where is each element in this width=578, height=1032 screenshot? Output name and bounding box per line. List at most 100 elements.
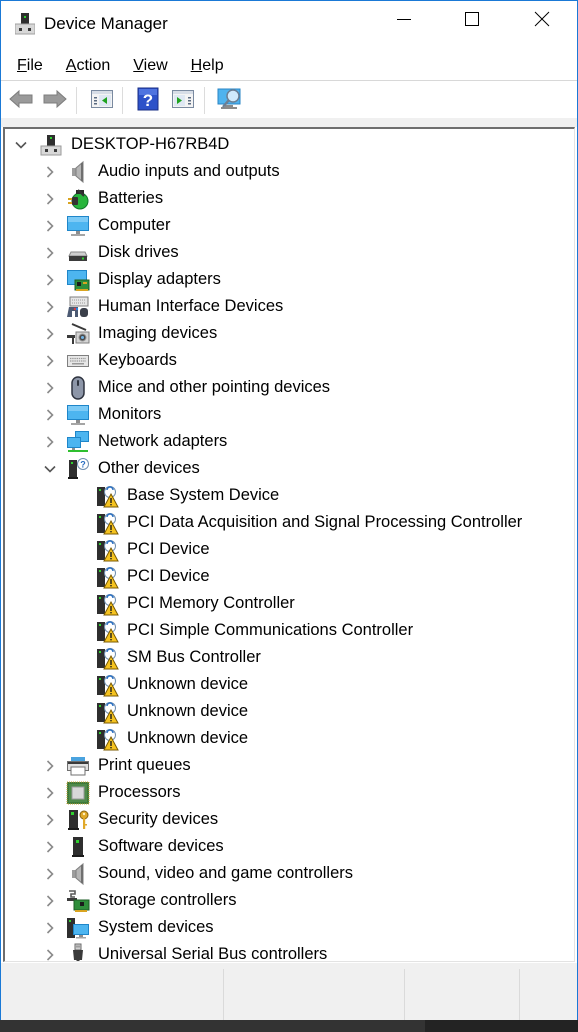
tree-device-label: Unknown device bbox=[127, 675, 249, 693]
warning-device-icon bbox=[95, 727, 119, 751]
minimize-button[interactable] bbox=[381, 1, 427, 41]
tree-category-label: Batteries bbox=[98, 189, 164, 207]
warning-device-icon bbox=[95, 646, 119, 670]
toolbar-separator bbox=[76, 87, 77, 114]
menu-view-accelerator: V bbox=[133, 56, 144, 74]
tree-device-item[interactable]: PCI Device bbox=[5, 563, 565, 590]
chevron-right-icon[interactable] bbox=[43, 759, 57, 773]
chevron-right-icon[interactable] bbox=[43, 192, 57, 206]
menu-help-label: elp bbox=[202, 56, 224, 74]
chevron-right-icon[interactable] bbox=[43, 867, 57, 881]
console-tree-icon bbox=[90, 88, 114, 115]
usb-icon bbox=[66, 943, 90, 961]
tree-category-label: Universal Serial Bus controllers bbox=[98, 945, 328, 962]
mouse-icon bbox=[66, 375, 90, 400]
menu-action-accelerator: A bbox=[65, 56, 77, 74]
tree-device-label: PCI Data Acquisition and Signal Processi… bbox=[127, 513, 523, 531]
tree-device-item[interactable]: PCI Device bbox=[5, 536, 565, 563]
tree-category-label: Software devices bbox=[98, 837, 224, 855]
menu-bar: File Action View Help bbox=[1, 51, 577, 81]
chevron-right-icon[interactable] bbox=[43, 786, 57, 800]
chevron-right-icon[interactable] bbox=[43, 408, 57, 422]
tree-category-label: System devices bbox=[98, 918, 214, 936]
tree-device-item[interactable]: Unknown device bbox=[5, 671, 565, 698]
tree-device-item[interactable]: Base System Device bbox=[5, 482, 565, 509]
chevron-down-icon[interactable] bbox=[14, 138, 28, 152]
tree-device-item[interactable]: PCI Data Acquisition and Signal Processi… bbox=[5, 509, 565, 536]
maximize-icon bbox=[464, 11, 480, 32]
tree-category-imaging-devices[interactable]: Imaging devices bbox=[5, 320, 565, 347]
close-button[interactable] bbox=[519, 1, 565, 41]
device-tree[interactable]: DESKTOP-H67RB4D Audio inputs and outputs… bbox=[3, 127, 575, 962]
tree-category-universal-serial-bus-controllers[interactable]: Universal Serial Bus controllers bbox=[5, 941, 565, 962]
monitor-icon bbox=[66, 403, 90, 427]
menu-help[interactable]: Help bbox=[184, 57, 231, 75]
warning-device-icon bbox=[95, 538, 119, 562]
tree-category-display-adapters[interactable]: Display adapters bbox=[5, 266, 565, 293]
status-bar-divider bbox=[519, 969, 520, 1021]
tree-category-batteries[interactable]: Batteries bbox=[5, 185, 565, 212]
back-arrow-icon bbox=[8, 89, 34, 114]
tree-category-processors[interactable]: Processors bbox=[5, 779, 565, 806]
tree-device-label: Unknown device bbox=[127, 729, 249, 747]
warning-device-icon bbox=[95, 484, 119, 508]
tree-root-item[interactable]: DESKTOP-H67RB4D bbox=[5, 131, 565, 158]
tree-category-human-interface-devices[interactable]: Human Interface Devices bbox=[5, 293, 565, 320]
back-button[interactable] bbox=[6, 86, 36, 116]
chevron-right-icon[interactable] bbox=[43, 921, 57, 935]
tree-device-item[interactable]: PCI Memory Controller bbox=[5, 590, 565, 617]
tree-device-label: PCI Device bbox=[127, 567, 210, 585]
chevron-right-icon[interactable] bbox=[43, 948, 57, 962]
chevron-right-icon[interactable] bbox=[43, 327, 57, 341]
tree-device-item[interactable]: Unknown device bbox=[5, 698, 565, 725]
chevron-right-icon[interactable] bbox=[43, 354, 57, 368]
chevron-right-icon[interactable] bbox=[43, 300, 57, 314]
tree-category-network-adapters[interactable]: Network adapters bbox=[5, 428, 565, 455]
chevron-right-icon[interactable] bbox=[43, 435, 57, 449]
speaker-icon bbox=[66, 862, 90, 886]
chevron-right-icon[interactable] bbox=[43, 219, 57, 233]
tree-device-item[interactable]: Unknown device bbox=[5, 725, 565, 752]
chevron-right-icon[interactable] bbox=[43, 840, 57, 854]
tree-category-sound-video-and-game-controllers[interactable]: Sound, video and game controllers bbox=[5, 860, 565, 887]
help-button[interactable]: ? bbox=[133, 86, 163, 116]
tree-category-other-devices[interactable]: ? Other devices bbox=[5, 455, 565, 482]
tree-category-software-devices[interactable]: Software devices bbox=[5, 833, 565, 860]
tree-category-print-queues[interactable]: Print queues bbox=[5, 752, 565, 779]
tree-category-security-devices[interactable]: Security devices bbox=[5, 806, 565, 833]
network-icon bbox=[66, 430, 90, 454]
tree-category-keyboards[interactable]: Keyboards bbox=[5, 347, 565, 374]
show-hide-action-pane-button[interactable] bbox=[168, 86, 198, 116]
tree-device-item[interactable]: SM Bus Controller bbox=[5, 644, 565, 671]
chevron-right-icon[interactable] bbox=[43, 273, 57, 287]
chevron-down-icon[interactable] bbox=[43, 462, 57, 476]
maximize-button[interactable] bbox=[449, 1, 495, 41]
tree-category-computer[interactable]: Computer bbox=[5, 212, 565, 239]
tree-category-mice-and-other-pointing-devices[interactable]: Mice and other pointing devices bbox=[5, 374, 565, 401]
tree-category-storage-controllers[interactable]: Storage controllers bbox=[5, 887, 565, 914]
menu-action[interactable]: Action bbox=[59, 57, 117, 75]
taskbar bbox=[0, 1020, 578, 1032]
status-bar-divider bbox=[223, 969, 224, 1021]
menu-view[interactable]: View bbox=[126, 57, 174, 75]
scan-for-hardware-changes-button[interactable] bbox=[215, 86, 245, 116]
keyboard-icon bbox=[66, 349, 90, 373]
warning-device-icon bbox=[95, 592, 119, 616]
title-bar[interactable]: Device Manager bbox=[1, 1, 577, 47]
chevron-right-icon[interactable] bbox=[43, 813, 57, 827]
chevron-right-icon[interactable] bbox=[43, 381, 57, 395]
tree-category-disk-drives[interactable]: Disk drives bbox=[5, 239, 565, 266]
tree-category-monitors[interactable]: Monitors bbox=[5, 401, 565, 428]
minimize-icon bbox=[396, 11, 412, 32]
toolbar-gap bbox=[1, 118, 577, 127]
menu-file[interactable]: File bbox=[10, 57, 50, 75]
chevron-right-icon[interactable] bbox=[43, 894, 57, 908]
tree-device-item[interactable]: PCI Simple Communications Controller bbox=[5, 617, 565, 644]
taskbar-segment bbox=[425, 1020, 578, 1032]
chevron-right-icon[interactable] bbox=[43, 246, 57, 260]
tree-category-audio-inputs-and-outputs[interactable]: Audio inputs and outputs bbox=[5, 158, 565, 185]
show-hide-console-tree-button[interactable] bbox=[87, 86, 117, 116]
forward-button[interactable] bbox=[40, 86, 70, 116]
tree-category-system-devices[interactable]: System devices bbox=[5, 914, 565, 941]
chevron-right-icon[interactable] bbox=[43, 165, 57, 179]
